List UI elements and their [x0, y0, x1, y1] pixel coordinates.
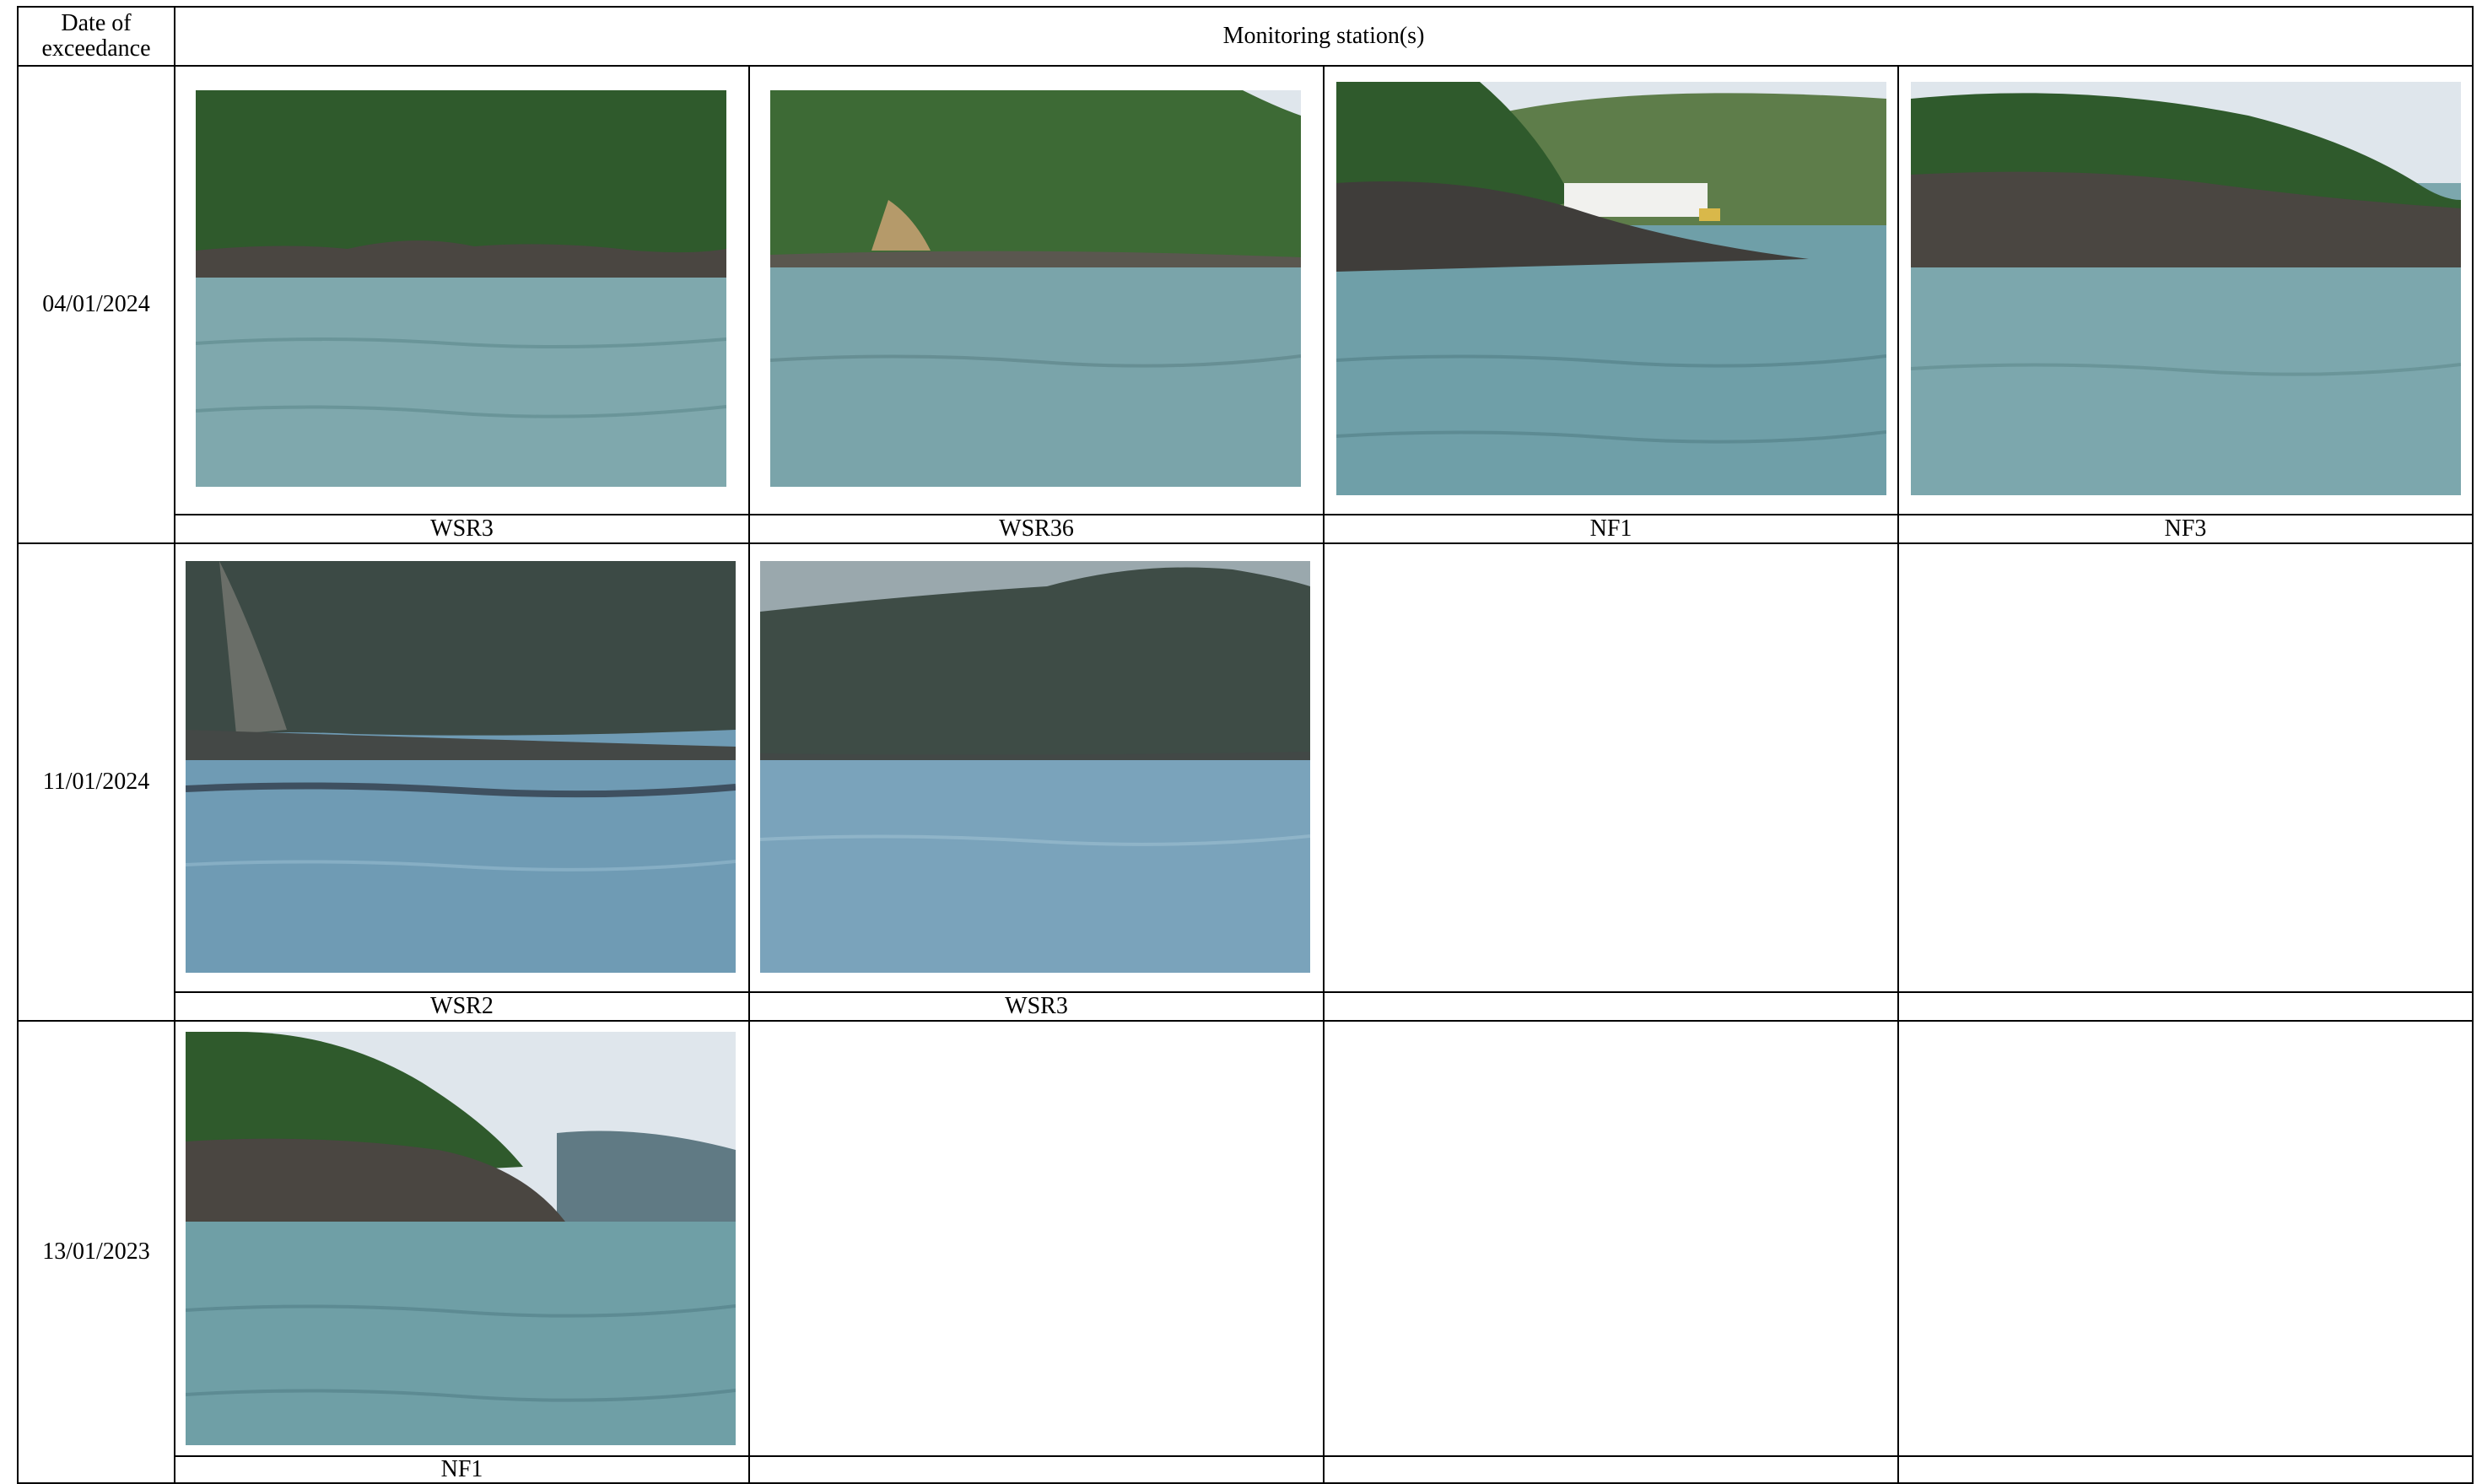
empty-photo-cell	[748, 1020, 1325, 1457]
photo-cell	[174, 1020, 750, 1457]
station-label	[1897, 1455, 2474, 1484]
photo-cell	[748, 542, 1325, 993]
station-label	[1323, 1455, 1899, 1484]
row-date-cell: 04/01/2024	[17, 65, 175, 544]
table-row: 04/01/2024	[17, 65, 2474, 544]
sea-coastline-photo	[1911, 82, 2461, 495]
station-label-row: NF1	[18, 1455, 2474, 1484]
row-date-cell: 11/01/2024	[17, 542, 175, 1022]
sea-coastline-photo	[770, 90, 1301, 487]
station-label: NF1	[1323, 514, 1899, 544]
exceedance-photo-table: Date of exceedance Monitoring station(s)…	[17, 6, 2474, 1484]
table-row: 11/01/2024	[17, 542, 2474, 1022]
empty-photo-cell	[1323, 542, 1899, 993]
empty-photo-cell	[1897, 542, 2474, 993]
sea-coastline-photo	[196, 90, 726, 487]
sea-coastline-photo	[760, 561, 1310, 973]
station-label: NF1	[174, 1455, 750, 1484]
station-label: WSR2	[174, 991, 750, 1022]
photo-cell	[174, 65, 750, 515]
station-label: WSR36	[748, 514, 1325, 544]
photo-cell	[1323, 65, 1899, 515]
header-monitoring-stations: Monitoring station(s)	[173, 6, 2474, 67]
station-label	[748, 1455, 1325, 1484]
empty-photo-cell	[1897, 1020, 2474, 1457]
sea-coastline-photo	[186, 1032, 736, 1445]
photo-cell	[174, 542, 750, 993]
appendix-page: Date of exceedance Monitoring station(s)…	[0, 0, 2482, 1484]
photo-cell	[1897, 65, 2474, 515]
table-header-row: Date of exceedance Monitoring station(s)	[17, 6, 2474, 67]
station-label	[1897, 991, 2474, 1022]
station-label: WSR3	[748, 991, 1325, 1022]
station-label: WSR3	[174, 514, 750, 544]
empty-photo-cell	[1323, 1020, 1899, 1457]
station-label	[1323, 991, 1899, 1022]
table-row: 13/01/2023	[17, 1020, 2474, 1484]
station-label-row: WSR2 WSR3	[18, 991, 2474, 1022]
photo-cell	[748, 65, 1325, 515]
sea-coastline-photo	[1336, 82, 1886, 495]
row-date-cell: 13/01/2023	[17, 1020, 175, 1484]
station-label: NF3	[1897, 514, 2474, 544]
header-date-of-exceedance: Date of exceedance	[17, 6, 175, 67]
station-label-row: WSR3 WSR36 NF1 NF3	[18, 514, 2474, 544]
sea-coastline-photo	[186, 561, 736, 973]
